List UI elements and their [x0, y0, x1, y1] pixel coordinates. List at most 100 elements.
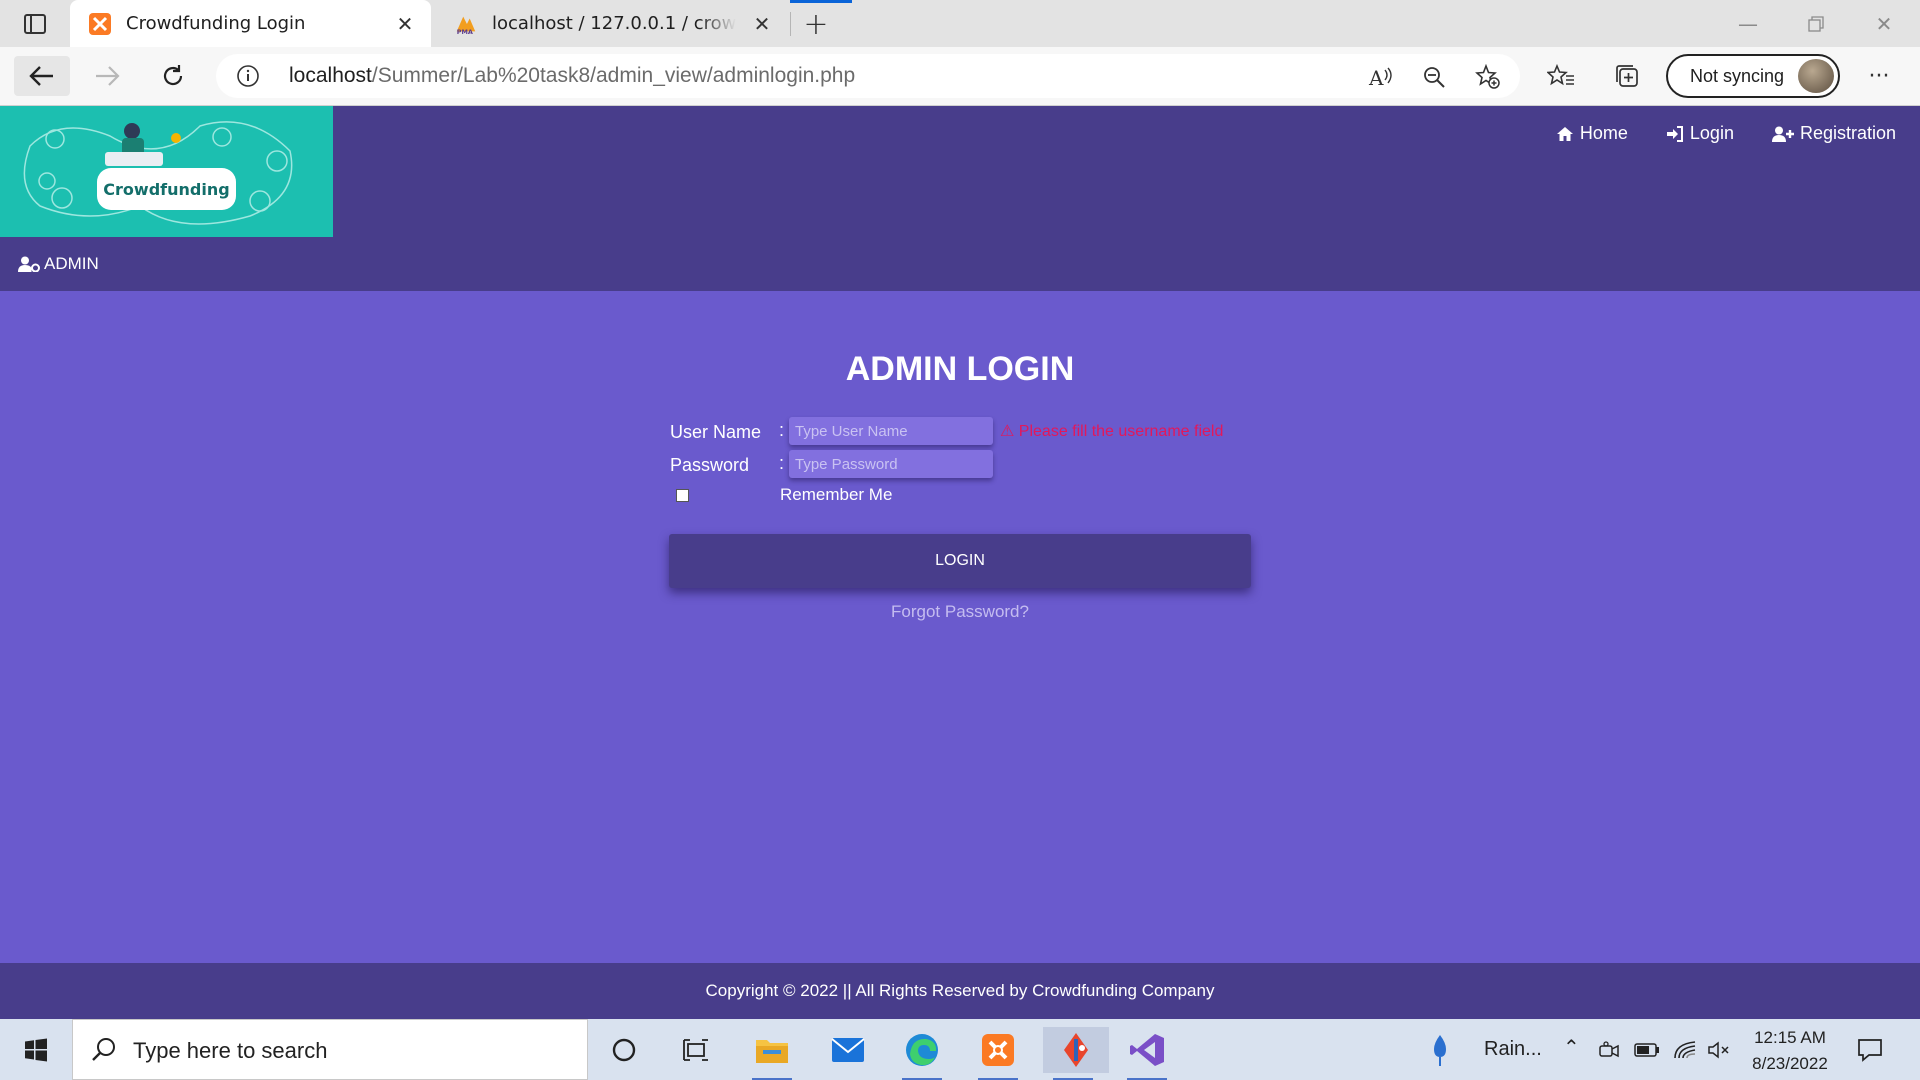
wifi-icon[interactable] — [1670, 1027, 1700, 1073]
forward-arrow-icon — [96, 66, 120, 86]
restore-icon — [1808, 15, 1824, 32]
profile-sync-button[interactable]: Not syncing — [1666, 54, 1840, 98]
add-favorite-icon[interactable] — [1473, 62, 1503, 92]
git-icon — [1064, 1033, 1088, 1067]
site-footer: Copyright © 2022 || All Rights Reserved … — [0, 963, 1920, 1019]
password-colon: : — [779, 453, 785, 473]
task-view-button[interactable] — [666, 1027, 726, 1073]
logo-text: Crowdfunding — [103, 179, 230, 199]
more-dots-icon: ··· — [1868, 63, 1890, 89]
restore-button[interactable] — [1782, 0, 1850, 47]
new-tab-button[interactable]: + — [798, 6, 834, 42]
visual-studio-app[interactable] — [1117, 1027, 1177, 1080]
admin-role-text: ADMIN — [44, 254, 99, 273]
sign-in-icon — [1666, 125, 1683, 142]
tab-title: Crowdfunding Login — [126, 13, 306, 34]
windows-logo-icon — [25, 1038, 47, 1062]
read-aloud-icon[interactable]: A — [1366, 62, 1396, 92]
site-logo[interactable]: Crowdfunding — [0, 106, 333, 237]
remember-me-label[interactable]: Remember Me — [780, 485, 892, 505]
edge-icon — [906, 1034, 938, 1066]
weather-text[interactable]: Rain... — [1484, 1038, 1542, 1061]
phpmyadmin-favicon-icon: PMA — [454, 12, 478, 36]
svg-text:PMA: PMA — [457, 28, 473, 36]
sync-status-label: Not syncing — [1690, 66, 1785, 86]
settings-menu-button[interactable]: ··· — [1856, 56, 1902, 96]
forgot-password-link[interactable]: Forgot Password? — [0, 602, 1920, 622]
refresh-icon — [163, 65, 183, 86]
url-text[interactable]: localhost/Summer/Lab%20task8/admin_view/… — [289, 64, 855, 88]
url-host: localhost — [289, 64, 372, 87]
web-page: Crowdfunding Home Login Registration ADM… — [0, 106, 1920, 1019]
username-error-message: ⚠ Please fill the username field — [1000, 423, 1224, 440]
folder-icon — [756, 1040, 788, 1063]
username-label: User Name — [670, 422, 762, 442]
search-placeholder: Type here to search — [133, 1038, 328, 1063]
nav-login-label: Login — [1689, 123, 1734, 143]
battery-icon[interactable] — [1632, 1027, 1662, 1073]
xampp-app[interactable] — [968, 1027, 1028, 1080]
close-tab-icon[interactable]: ✕ — [391, 10, 419, 38]
tab-title: localhost / 127.0.0.1 / crowdfunding — [492, 13, 736, 34]
close-tab-icon[interactable]: ✕ — [748, 10, 776, 38]
nav-registration-label: Registration — [1799, 123, 1896, 143]
taskbar-clock[interactable]: 12:15 AM 8/23/2022 — [1740, 1025, 1840, 1077]
cortana-circle-icon — [612, 1038, 636, 1062]
cortana-button[interactable] — [594, 1027, 654, 1073]
password-label: Password — [670, 455, 750, 475]
mail-icon — [831, 1038, 865, 1062]
back-button[interactable] — [14, 56, 70, 96]
site-info-icon[interactable] — [236, 64, 260, 88]
main-nav: Home Login Registration — [1556, 123, 1896, 144]
favorites-button[interactable] — [1538, 56, 1584, 96]
browser-tab-strip: Crowdfunding Login ✕ PMA localhost / 127… — [0, 0, 1920, 47]
tab-divider — [790, 12, 791, 36]
password-input[interactable] — [789, 450, 993, 478]
weather-widget-icon[interactable] — [1422, 1027, 1458, 1073]
search-icon — [92, 1038, 115, 1061]
username-input[interactable] — [789, 417, 993, 445]
nav-home[interactable]: Home — [1556, 123, 1628, 144]
mail-app[interactable] — [818, 1027, 878, 1073]
start-button[interactable] — [14, 1033, 58, 1067]
meet-now-icon[interactable] — [1596, 1027, 1622, 1073]
copyright-text: Copyright © 2022 || All Rights Reserved … — [705, 981, 1215, 1000]
volume-muted-icon[interactable] — [1704, 1027, 1734, 1073]
clock-date: 8/23/2022 — [1752, 1054, 1828, 1073]
show-hidden-icons-chevron-icon[interactable]: ⌃ — [1563, 1035, 1580, 1060]
home-icon — [1556, 126, 1573, 141]
file-explorer-app[interactable] — [742, 1027, 802, 1080]
xampp-favicon-icon — [88, 12, 112, 36]
tab-phpmyadmin[interactable]: PMA localhost / 127.0.0.1 / crowdfunding… — [436, 0, 788, 47]
minimize-button[interactable]: — — [1714, 0, 1782, 47]
tab-actions-icon — [24, 14, 46, 34]
collections-icon — [1616, 65, 1638, 87]
xampp-icon — [982, 1034, 1014, 1066]
remember-me-checkbox[interactable] — [676, 489, 689, 502]
address-bar[interactable]: localhost/Summer/Lab%20task8/admin_view/… — [216, 54, 1520, 98]
nav-registration[interactable]: Registration — [1771, 123, 1896, 144]
refresh-button[interactable] — [150, 56, 196, 96]
admin-role-label: ADMIN — [18, 254, 99, 274]
tab-crowdfunding-login[interactable]: Crowdfunding Login ✕ — [70, 0, 431, 47]
forward-button[interactable] — [84, 56, 130, 96]
edge-browser-app[interactable] — [892, 1027, 952, 1080]
collections-button[interactable] — [1604, 56, 1650, 96]
taskbar-search-box[interactable]: Type here to search — [72, 1019, 588, 1080]
login-button[interactable]: LOGIN — [669, 534, 1251, 588]
nav-home-label: Home — [1579, 123, 1628, 143]
git-app[interactable] — [1043, 1027, 1109, 1080]
notification-icon — [1858, 1039, 1882, 1062]
task-view-icon — [683, 1039, 708, 1061]
tab-loading-indicator — [790, 0, 852, 3]
user-plus-icon — [1771, 126, 1794, 142]
clock-time: 12:15 AM — [1754, 1028, 1826, 1047]
nav-login[interactable]: Login — [1666, 123, 1734, 144]
notification-center-button[interactable] — [1848, 1027, 1892, 1073]
browser-toolbar: localhost/Summer/Lab%20task8/admin_view/… — [0, 47, 1920, 106]
close-window-button[interactable]: ✕ — [1850, 0, 1918, 47]
logo-badge: Crowdfunding — [97, 168, 236, 210]
user-cog-icon — [18, 256, 40, 272]
tab-actions-button[interactable] — [14, 9, 56, 39]
zoom-out-icon[interactable] — [1419, 62, 1449, 92]
